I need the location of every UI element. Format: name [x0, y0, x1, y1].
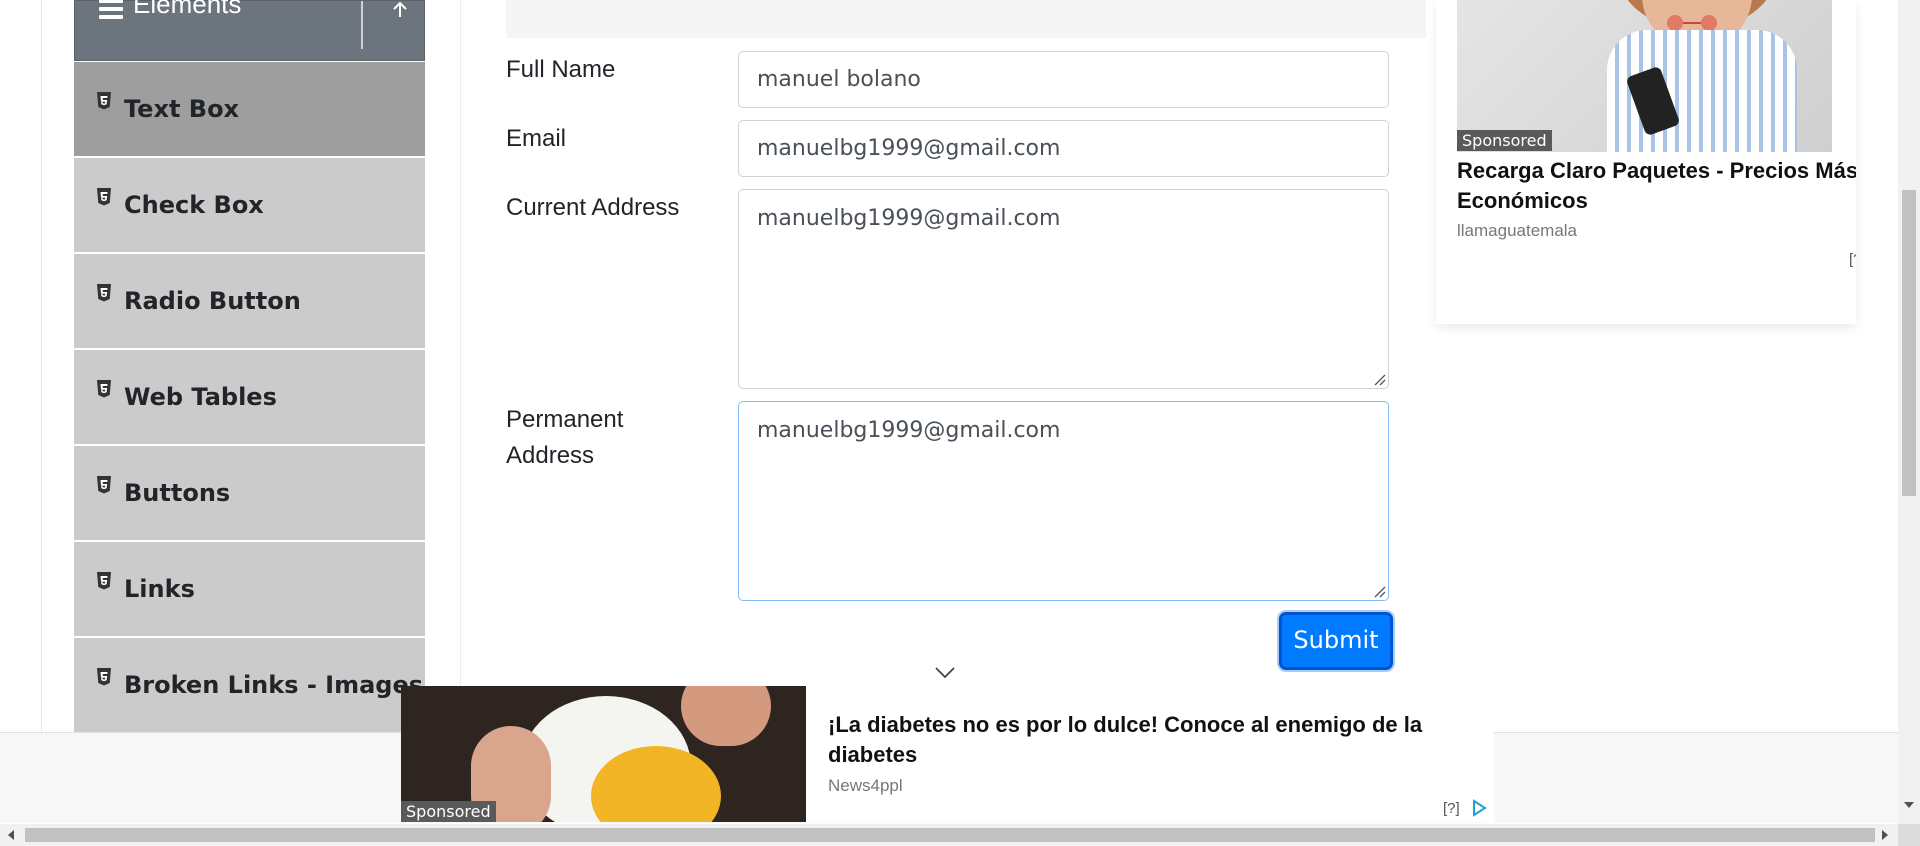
html5-icon: [97, 476, 111, 494]
sidebar-item-label: Radio Button: [124, 287, 301, 315]
scroll-left-arrow-icon[interactable]: [6, 829, 16, 841]
horizontal-scrollbar[interactable]: [0, 824, 1898, 846]
html5-icon: [97, 380, 111, 398]
sidebar-item-label: Web Tables: [124, 383, 277, 411]
resize-grip-icon[interactable]: [1372, 372, 1386, 386]
sidebar: Elements Text Box Check Box Radio Button…: [74, 0, 425, 732]
horizontal-scroll-thumb[interactable]: [25, 828, 1875, 842]
html5-icon: [97, 668, 111, 686]
sidebar-item-radio-button[interactable]: Radio Button: [74, 253, 425, 348]
ad-source[interactable]: News4ppl: [828, 776, 903, 796]
ad-title[interactable]: Recarga Claro Paquetes - Precios Más Eco…: [1457, 156, 1856, 216]
full-name-input[interactable]: manuel bolano: [738, 51, 1389, 108]
group-title: Elements: [133, 0, 242, 19]
sidebar-item-web-tables[interactable]: Web Tables: [74, 349, 425, 444]
scrollbar-corner: [1898, 824, 1920, 846]
sponsored-ad-right[interactable]: Sponsored Recarga Claro Paquetes - Preci…: [1436, 0, 1856, 324]
html5-icon: [97, 188, 111, 206]
header-separator: [361, 1, 363, 49]
permanent-address-label-line1: Permanent: [506, 406, 624, 433]
page-left-border: [41, 0, 42, 732]
resize-grip-icon[interactable]: [1372, 584, 1386, 598]
permanent-address-label: Permanent Address: [506, 402, 623, 474]
scroll-right-arrow-icon[interactable]: [1880, 829, 1890, 841]
html5-icon: [97, 572, 111, 590]
vertical-scrollbar[interactable]: [1898, 0, 1920, 824]
content-divider: [460, 0, 461, 732]
ad-image[interactable]: Sponsored: [1457, 0, 1832, 152]
sidebar-item-label: Check Box: [124, 191, 264, 219]
full-name-label: Full Name: [506, 56, 616, 83]
sponsored-badge: Sponsored: [1457, 130, 1552, 151]
current-address-textarea[interactable]: manuelbg1999@gmail.com: [738, 189, 1389, 389]
collapse-up-icon[interactable]: [385, 0, 415, 19]
sponsored-ad-bottom[interactable]: Sponsored ¡La diabetes no es por lo dulc…: [401, 686, 1494, 822]
menu-icon: [99, 0, 123, 19]
html5-icon: [97, 92, 111, 110]
chevron-down-icon[interactable]: [934, 666, 956, 680]
top-banner-strip: [506, 0, 1426, 38]
sidebar-item-broken-links[interactable]: Broken Links - Images: [74, 637, 425, 732]
scroll-down-arrow-icon[interactable]: [1903, 800, 1915, 810]
submit-button[interactable]: Submit: [1279, 612, 1393, 670]
permanent-address-value: manuelbg1999@gmail.com: [757, 418, 1061, 443]
elements-group-header[interactable]: Elements: [74, 0, 425, 61]
ad-info-link[interactable]: [?]: [1849, 251, 1856, 268]
html5-icon: [97, 284, 111, 302]
ad-info-link[interactable]: [?]: [1443, 800, 1460, 817]
permanent-address-textarea[interactable]: manuelbg1999@gmail.com: [738, 401, 1389, 601]
sidebar-item-links[interactable]: Links: [74, 541, 425, 636]
sidebar-item-text-box[interactable]: Text Box: [74, 61, 425, 156]
current-address-label: Current Address: [506, 194, 680, 221]
ad-title[interactable]: ¡La diabetes no es por lo dulce! Conoce …: [828, 710, 1488, 770]
sidebar-item-label: Links: [124, 575, 195, 603]
ad-image[interactable]: Sponsored: [401, 686, 806, 822]
sidebar-item-label: Text Box: [124, 95, 240, 123]
adchoices-icon[interactable]: [1471, 799, 1487, 817]
vertical-scroll-thumb[interactable]: [1902, 190, 1916, 496]
sidebar-item-label: Buttons: [124, 479, 231, 507]
permanent-address-label-line2: Address: [506, 442, 595, 469]
current-address-value: manuelbg1999@gmail.com: [757, 206, 1061, 231]
sidebar-item-label: Broken Links - Images: [124, 671, 424, 699]
ad-source[interactable]: llamaguatemala: [1457, 221, 1577, 241]
sidebar-item-check-box[interactable]: Check Box: [74, 157, 425, 252]
email-label: Email: [506, 125, 567, 152]
email-input[interactable]: manuelbg1999@gmail.com: [738, 120, 1389, 177]
sponsored-badge: Sponsored: [401, 801, 496, 822]
sidebar-item-buttons[interactable]: Buttons: [74, 445, 425, 540]
